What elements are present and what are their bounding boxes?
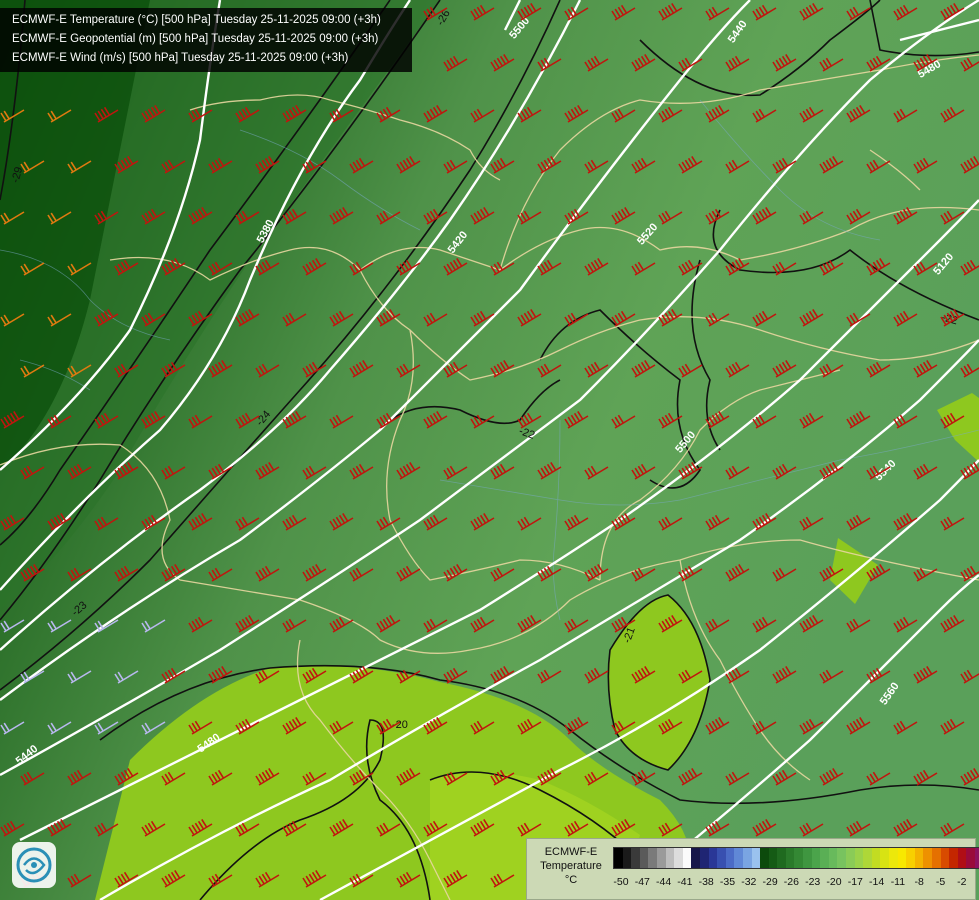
legend-tick-label: -35 [719,876,736,888]
legend-swatch [665,848,675,868]
legend-tick-label: -17 [847,876,863,888]
legend-swatch [717,848,726,868]
legend-swatch [777,848,786,868]
legend-swatch [940,848,950,868]
legend-tick-label: -8 [914,876,924,888]
legend-swatch [880,848,889,868]
legend-tick-label: -41 [677,876,693,888]
legend-tick-label: -20 [826,876,842,888]
legend-tick-label: -44 [656,876,672,888]
legend-swatch [785,848,795,868]
legend-swatch [863,848,872,868]
legend-tick-label: -26 [783,876,799,888]
legend-ticks: -50 -47 -44 -41 -38 -35 -32 -29 -26 -23 -20 -17 -14-… [611,876,971,890]
legend-tick-label: -50 [613,876,629,888]
legend-tick-label: -5 [935,876,946,888]
legend-tick-label: -47 [634,876,650,888]
legend-title: ECMWF-E Temperature °C [531,845,611,887]
legend-title-line1: ECMWF-E [544,846,598,858]
legend-swatch [725,848,735,868]
title-geopotential: ECMWF-E Geopotential (m) [500 hPa] Tuesd… [12,33,379,45]
legend-swatch [966,848,975,868]
weather-map[interactable]: 5380 5420 5440 5480 5500 5500 5520 5540 … [0,0,979,900]
legend-tick-label: -38 [698,876,714,888]
legend-swatch [691,848,700,868]
legend-swatch [957,848,967,868]
title-temperature: ECMWF-E Temperature (°C) [500 hPa] Tuesd… [12,14,381,26]
legend-swatch [811,848,821,868]
legend-swatch [846,848,855,868]
legend-swatch [699,848,709,868]
legend-tick-label: -14 [869,876,885,888]
legend-swatch [622,848,632,868]
legend-swatch [751,848,761,868]
legend-swatch [734,848,743,868]
legend-swatch [837,848,847,868]
ecmwf-logo-icon [12,842,56,888]
legend-color-bar [613,847,979,869]
legend-swatch [631,848,640,868]
legend-swatch [923,848,932,868]
map-titles: ECMWF-E Temperature (°C) [500 hPa] Tuesd… [0,8,412,72]
legend-swatch [871,848,881,868]
legend-swatch [820,848,829,868]
legend-swatch [949,848,958,868]
legend-swatch [974,848,979,868]
legend-tick-label: -32 [741,876,757,888]
legend-swatch [674,848,683,868]
legend-swatch [614,848,623,868]
legend-swatch [656,848,666,868]
legend-title-line2: Temperature [540,860,602,872]
legend-swatch [639,848,649,868]
legend-tick-label: -2 [957,876,967,888]
legend-swatch [914,848,924,868]
legend-swatch [854,848,864,868]
legend-tick-label: -29 [762,876,778,888]
legend-swatch [760,848,769,868]
temperature-legend: ECMWF-E Temperature °C -50 -47 -44 -41 -38 -3… [526,838,979,900]
legend-swatch [742,848,752,868]
legend-swatch [768,848,778,868]
legend-unit: °C [564,874,578,886]
legend-swatch [648,848,657,868]
legend-swatch [794,848,804,868]
legend-tick-label: -23 [805,876,821,888]
legend-tick-label: -11 [890,876,906,888]
legend-swatch [828,848,838,868]
legend-swatch [708,848,718,868]
legend-swatch [906,848,915,868]
legend-swatch [897,848,907,868]
legend-swatch [682,848,692,868]
legend-swatch [803,848,812,868]
legend-swatch [889,848,898,868]
legend-swatch [931,848,941,868]
title-wind: ECMWF-E Wind (m/s) [500 hPa] Tuesday 25-… [12,52,349,64]
